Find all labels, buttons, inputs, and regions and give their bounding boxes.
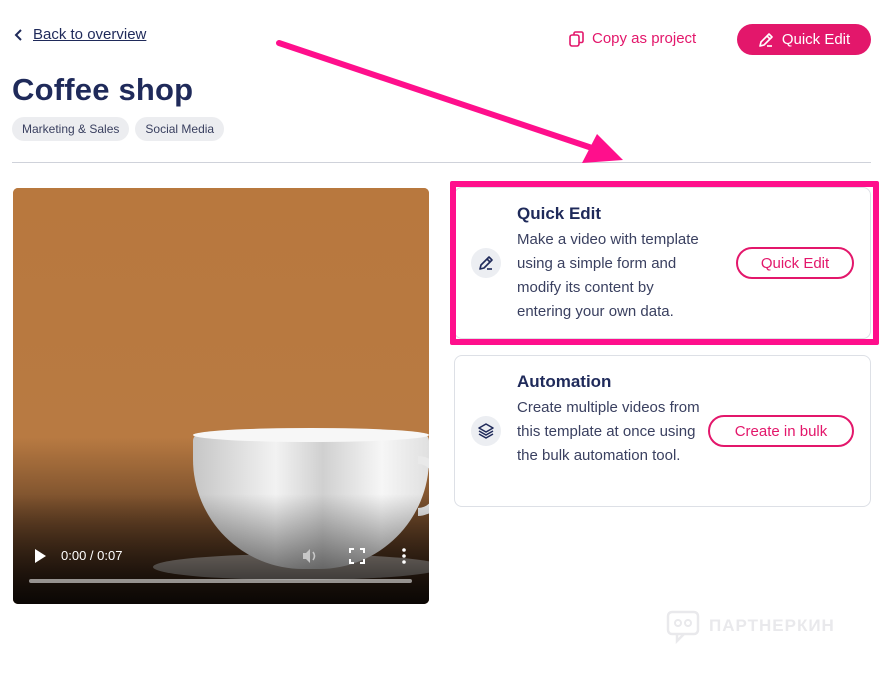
tag-list: Marketing & Sales Social Media bbox=[12, 117, 225, 141]
header-divider bbox=[12, 162, 871, 163]
automation-card-icon-wrap bbox=[471, 416, 501, 446]
edit-pen-icon bbox=[479, 256, 493, 270]
watermark-text: ПАРТНЕРКИН bbox=[709, 616, 835, 635]
video-frame-cup-rim bbox=[193, 428, 429, 442]
quick-edit-header-label: Quick Edit bbox=[781, 31, 851, 48]
quick-edit-card-button[interactable]: Quick Edit bbox=[736, 247, 854, 279]
edit-pen-icon bbox=[759, 32, 773, 47]
chat-bubble-icon bbox=[666, 610, 700, 644]
automation-card: Automation Create multiple videos from t… bbox=[454, 355, 871, 507]
volume-icon[interactable] bbox=[301, 547, 319, 565]
quick-edit-card-description: Make a video with template using a simpl… bbox=[517, 231, 699, 320]
back-link-label: Back to overview bbox=[33, 26, 147, 43]
quick-edit-card: Quick Edit Make a video with template us… bbox=[454, 187, 871, 339]
copy-as-project-label: Copy as project bbox=[592, 30, 697, 47]
chevron-left-icon bbox=[14, 28, 22, 41]
more-options-icon[interactable] bbox=[399, 547, 409, 565]
template-video-player[interactable]: 0:00 / 0:07 bbox=[13, 188, 429, 604]
quick-edit-card-title: Quick Edit bbox=[517, 204, 602, 223]
quick-edit-header-button[interactable]: Quick Edit bbox=[737, 24, 871, 55]
page-title: Coffee shop bbox=[12, 72, 194, 107]
tag-marketing-sales: Marketing & Sales bbox=[12, 117, 130, 141]
video-progress-bar[interactable] bbox=[29, 579, 412, 583]
fullscreen-icon[interactable] bbox=[349, 548, 365, 564]
layers-icon bbox=[478, 423, 494, 439]
play-icon[interactable] bbox=[33, 548, 47, 564]
copy-icon bbox=[569, 30, 584, 47]
copy-as-project-button[interactable]: Copy as project bbox=[569, 30, 696, 47]
back-to-overview-link[interactable]: Back to overview bbox=[13, 26, 146, 43]
automation-card-description: Create multiple videos from this templat… bbox=[517, 399, 700, 464]
quick-edit-card-icon-wrap bbox=[471, 248, 501, 278]
create-in-bulk-button[interactable]: Create in bulk bbox=[708, 415, 854, 447]
video-time: 0:00 / 0:07 bbox=[61, 548, 123, 563]
watermark: ПАРТНЕРКИН bbox=[665, 608, 835, 644]
automation-card-title: Automation bbox=[517, 372, 612, 391]
tag-social-media: Social Media bbox=[135, 117, 225, 141]
